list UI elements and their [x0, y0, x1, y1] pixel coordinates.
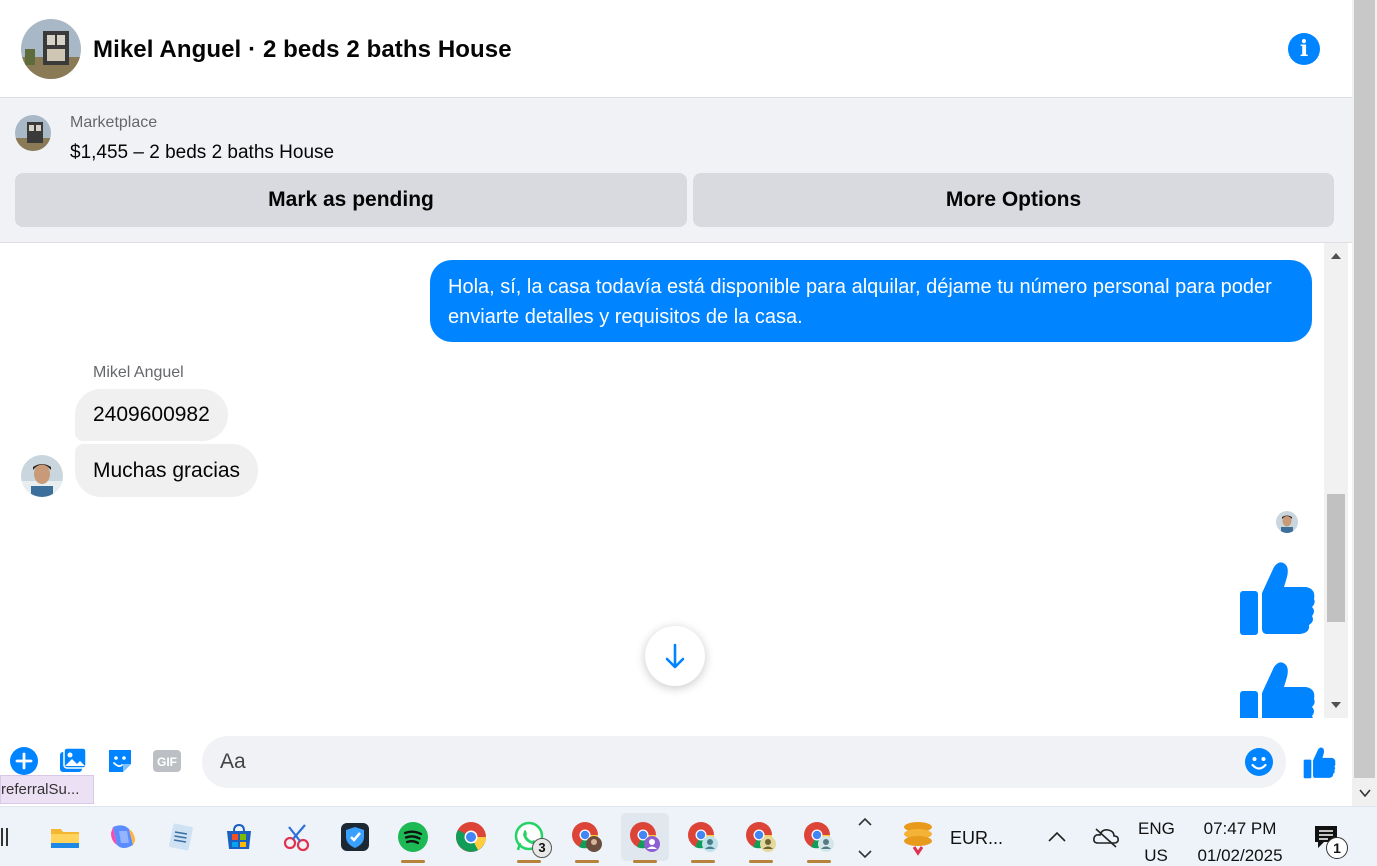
info-icon[interactable]: i: [1288, 33, 1320, 65]
notification-count-badge: 1: [1326, 837, 1348, 859]
windows-taskbar: 3 EUR... ENG US 07:47 PM 01/02/2025 1: [0, 806, 1377, 866]
sender-name: Mikel Anguel: [93, 364, 184, 381]
page-scroll-down-arrow-icon[interactable]: [1359, 789, 1371, 797]
file-explorer-icon[interactable]: [41, 813, 89, 861]
running-indicator: [749, 860, 773, 863]
running-indicator: [517, 860, 541, 863]
whatsapp-icon[interactable]: 3: [505, 813, 553, 863]
sender-avatar[interactable]: [21, 455, 63, 497]
photo-icon[interactable]: [58, 746, 88, 776]
thumbs-up-icon[interactable]: [1236, 559, 1316, 639]
notepad-icon[interactable]: [157, 813, 205, 861]
scroll-down-arrow-icon[interactable]: [1330, 700, 1342, 710]
currency-widget-text[interactable]: EUR...: [950, 828, 1003, 849]
running-indicator: [691, 860, 715, 863]
language-indicator[interactable]: ENG US: [1138, 815, 1175, 866]
onedrive-cloud-icon[interactable]: [1092, 825, 1120, 849]
marketplace-panel: Marketplace $1,455 – 2 beds 2 baths Hous…: [0, 98, 1352, 243]
running-indicator: [633, 860, 657, 863]
message-input[interactable]: [220, 736, 1220, 788]
plus-icon[interactable]: [9, 746, 39, 776]
clock-date: 01/02/2025: [1197, 846, 1283, 865]
message-thread[interactable]: Hola, sí, la casa todavía está disponibl…: [0, 243, 1324, 718]
thread-scrollbar[interactable]: [1324, 243, 1348, 718]
chrome-profile-icon[interactable]: [621, 813, 669, 863]
currency-widget-icon[interactable]: [900, 819, 940, 857]
incoming-message[interactable]: Muchas gracias: [75, 444, 259, 497]
more-options-button[interactable]: More Options: [693, 173, 1334, 227]
marketplace-label: Marketplace: [70, 114, 158, 131]
whatsapp-badge: 3: [532, 838, 552, 858]
conversation-title: Mikel Anguel · 2 beds 2 baths House: [93, 36, 512, 63]
gif-icon[interactable]: GIF: [152, 746, 182, 776]
conversation-header: Mikel Anguel · 2 beds 2 baths House i: [0, 0, 1352, 98]
chrome-profile-icon[interactable]: [679, 813, 727, 863]
chevron-up-icon[interactable]: [1046, 827, 1068, 845]
send-like-icon[interactable]: [1302, 746, 1336, 780]
language-code: ENG: [1138, 819, 1175, 838]
page-scrollbar[interactable]: [1352, 0, 1377, 806]
system-clock[interactable]: 07:47 PM 01/02/2025: [1190, 815, 1290, 866]
copilot-icon[interactable]: [99, 813, 147, 861]
seen-avatar: [1276, 511, 1298, 533]
listing-thumbnail[interactable]: [15, 115, 51, 151]
emoji-icon[interactable]: [1244, 747, 1274, 777]
spotify-icon[interactable]: [389, 813, 437, 863]
thread-scrollbar-thumb[interactable]: [1327, 494, 1345, 622]
scroll-up-arrow-icon[interactable]: [1330, 251, 1342, 261]
message-input-container: [202, 736, 1286, 788]
incoming-message[interactable]: 2409600982: [75, 389, 228, 441]
chrome-profile-icon[interactable]: [795, 813, 843, 863]
keyboard-region: US: [1144, 846, 1168, 865]
thumbs-up-icon[interactable]: [1236, 659, 1316, 718]
listing-avatar[interactable]: [21, 19, 81, 79]
page-scrollbar-thumb[interactable]: [1354, 0, 1375, 778]
chrome-profile-icon[interactable]: [563, 813, 611, 863]
sticker-icon[interactable]: [105, 746, 135, 776]
tooltip: referralSu...: [0, 775, 94, 804]
arrow-down-icon: [665, 643, 685, 669]
taskbar-overflow-icon[interactable]: [852, 811, 878, 863]
running-indicator: [401, 860, 425, 863]
running-indicator: [807, 860, 831, 863]
snipping-icon[interactable]: [273, 813, 321, 861]
mark-as-pending-button[interactable]: Mark as pending: [15, 173, 687, 227]
message-composer: GIF: [0, 718, 1352, 806]
scroll-to-bottom-button[interactable]: [645, 626, 705, 686]
outgoing-message[interactable]: Hola, sí, la casa todavía está disponibl…: [430, 260, 1312, 342]
running-indicator: [575, 860, 599, 863]
chrome-icon[interactable]: [447, 813, 495, 861]
chrome-profile-icon[interactable]: [737, 813, 785, 863]
vpn-icon[interactable]: [331, 813, 379, 861]
clock-time: 07:47 PM: [1203, 819, 1277, 838]
store-icon[interactable]: [215, 813, 263, 861]
svg-text:GIF: GIF: [157, 755, 177, 769]
listing-title[interactable]: $1,455 – 2 beds 2 baths House: [70, 142, 334, 164]
task-view-icon[interactable]: [0, 825, 10, 849]
